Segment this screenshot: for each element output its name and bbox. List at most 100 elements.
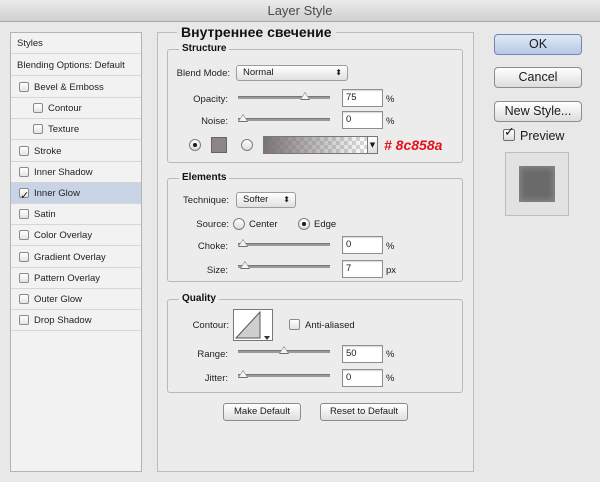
opacity-unit: % [386,94,395,105]
style-item-label: Pattern Overlay [34,272,100,284]
range-unit: % [386,349,395,360]
style-item-label: Inner Glow [34,188,80,199]
style-item-texture[interactable]: Texture [11,119,141,141]
style-preview-thumbnail [505,152,569,216]
style-item-label: Bevel & Emboss [34,82,104,93]
preview-label[interactable]: Preview [520,129,564,143]
jitter-field[interactable]: 0 [342,369,383,387]
source-label: Source: [196,219,229,230]
technique-label: Technique: [183,195,229,206]
cancel-button[interactable]: Cancel [494,67,582,88]
style-item-checkbox[interactable] [19,166,29,177]
solid-color-radio[interactable] [189,139,201,151]
opacity-field[interactable]: 75 [342,89,383,107]
choke-slider-knob[interactable] [238,239,248,247]
noise-unit: % [386,116,395,127]
size-slider-knob[interactable] [240,261,251,269]
opacity-slider-knob[interactable] [299,92,310,100]
source-edge-label[interactable]: Edge [314,219,336,230]
make-default-button[interactable]: Make Default [223,403,301,421]
style-item-checkbox[interactable] [19,251,29,262]
style-item-checkbox[interactable] [19,209,29,220]
style-item-inner-shadow[interactable]: Inner Shadow [11,162,141,183]
anti-aliased-checkbox[interactable] [289,319,300,330]
style-item-outer-glow[interactable]: Outer Glow [11,289,141,310]
style-item-checkbox[interactable] [19,145,29,156]
choke-field[interactable]: 0 [342,236,383,254]
style-item-checkbox[interactable] [19,82,29,92]
contour-picker[interactable] [233,309,273,341]
style-item-label: Contour [48,103,82,115]
blend-mode-select[interactable]: Normal ⬍ [236,65,348,81]
style-item-checkbox[interactable] [19,315,29,326]
source-center-label[interactable]: Center [249,219,278,230]
jitter-unit: % [386,373,395,384]
style-item-contour[interactable]: Contour [11,98,141,120]
size-slider[interactable] [238,261,330,269]
jitter-slider[interactable] [238,370,330,378]
checkmark-icon: ✓ [504,125,515,140]
technique-value: Softer [243,194,269,205]
gradient-radio[interactable] [241,139,253,151]
size-label: Size: [206,265,228,276]
noise-slider[interactable] [238,114,330,122]
style-item-label: Inner Shadow [34,166,93,178]
preview-checkbox[interactable]: ✓ [503,125,515,141]
style-item-inner-glow[interactable]: Inner Glow [11,183,141,206]
ok-button[interactable]: OK [494,34,582,55]
gradient-preview[interactable] [263,136,368,154]
choke-label: Choke: [197,241,228,252]
range-slider[interactable] [238,346,330,354]
styles-list: Styles Blending Options: Default Bevel &… [10,32,142,472]
structure-title: Structure [179,43,230,54]
style-item-stroke[interactable]: Stroke [11,141,141,162]
new-style-button[interactable]: New Style... [494,101,582,122]
range-label: Range: [197,349,228,360]
anti-aliased-label[interactable]: Anti-aliased [305,320,355,331]
style-item-color-overlay[interactable]: Color Overlay [11,225,141,247]
jitter-slider-knob[interactable] [238,370,248,378]
style-item-satin[interactable]: Satin [11,204,141,226]
style-item-checkbox[interactable] [33,124,43,135]
style-item-drop-shadow[interactable]: Drop Shadow [11,310,141,332]
contour-curve-icon [234,310,270,340]
size-unit: px [386,265,397,276]
reset-to-default-button[interactable]: Reset to Default [320,403,408,421]
chevron-updown-icon: ⬍ [335,68,342,77]
jitter-label: Jitter: [204,373,228,384]
noise-slider-knob[interactable] [238,114,248,122]
technique-select[interactable]: Softer ⬍ [236,192,296,208]
noise-label: Noise: [201,116,228,127]
gradient-dropdown-icon[interactable]: ▼ [368,136,378,154]
size-field[interactable]: 7 [342,260,383,278]
styles-header[interactable]: Styles [11,33,141,54]
style-item-checkbox[interactable] [19,230,29,241]
range-field[interactable]: 50 [342,345,383,363]
style-item-label: Texture [48,124,80,136]
color-annotation: # 8c858a [384,137,443,153]
choke-unit: % [386,241,395,252]
choke-slider[interactable] [238,239,330,247]
style-item-checkbox[interactable] [19,185,29,206]
range-slider-knob[interactable] [279,346,289,354]
style-item-bevel-emboss[interactable]: Bevel & Emboss [11,77,141,98]
style-item-checkbox[interactable] [33,103,43,114]
style-item-label: Outer Glow [34,294,83,305]
preview-square [519,166,555,202]
style-item-checkbox[interactable] [19,294,29,304]
noise-field[interactable]: 0 [342,111,383,129]
chevron-updown-icon: ⬍ [283,195,290,204]
style-item-gradient-overlay[interactable]: Gradient Overlay [11,247,141,268]
style-item-label: Color Overlay [34,230,93,242]
opacity-slider[interactable] [238,92,330,100]
contour-label: Contour: [192,320,229,331]
style-item-checkbox[interactable] [19,272,29,283]
source-center-radio[interactable] [233,218,245,230]
blending-options-item[interactable]: Blending Options: Default [11,55,141,76]
style-item-pattern-overlay[interactable]: Pattern Overlay [11,268,141,289]
style-item-label: Gradient Overlay [34,251,106,263]
panel-heading: Внутреннее свечение [177,24,336,40]
glow-color-swatch[interactable] [211,137,227,153]
blend-mode-value: Normal [243,67,274,78]
source-edge-radio[interactable] [298,218,310,230]
